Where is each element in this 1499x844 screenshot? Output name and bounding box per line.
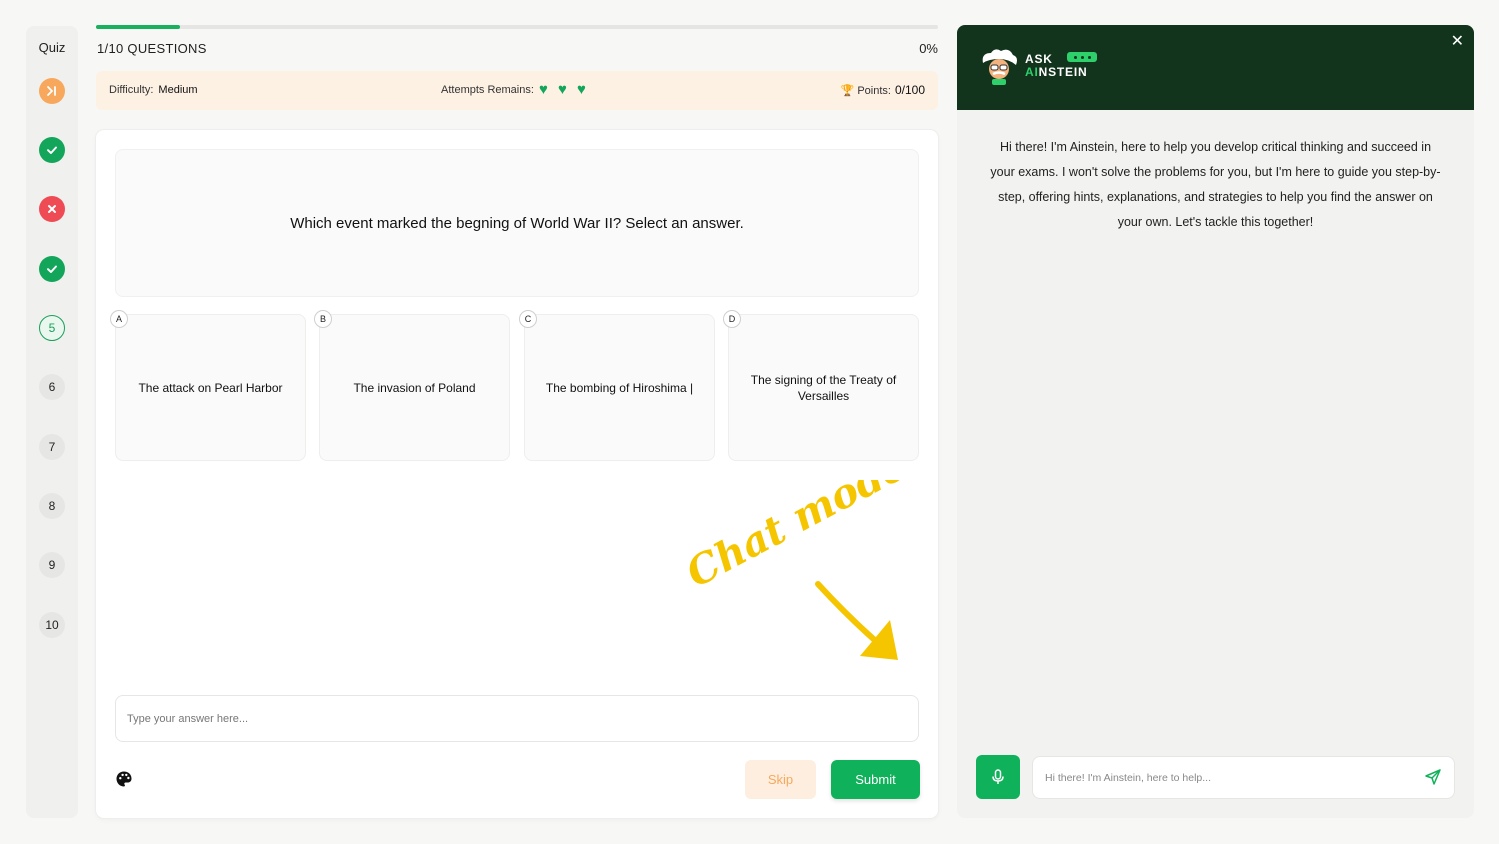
option-c[interactable]: The bombing of Hiroshima | [524, 314, 715, 461]
skip-icon [47, 86, 56, 96]
chat-mode-annotation: Chat mode [679, 480, 914, 660]
brand-line-2: AINSTEIN [1025, 65, 1087, 79]
chat-input[interactable] [1032, 756, 1455, 799]
question-nav-rail: Quiz 5 6 7 8 9 10 [26, 26, 78, 818]
difficulty-value: Medium [158, 84, 198, 96]
attempts-hearts: ♥ ♥ ♥ [539, 81, 591, 98]
step-6[interactable]: 6 [39, 374, 65, 400]
difficulty-label: Difficulty: [109, 84, 154, 96]
assistant-welcome-message: Hi there! I'm Ainstein, here to help you… [990, 140, 1441, 229]
option-b-letter: B [314, 310, 332, 328]
answer-input[interactable] [115, 695, 919, 742]
skip-button[interactable]: Skip [745, 760, 816, 799]
question-text: Which event marked the begning of World … [115, 149, 919, 297]
attempts-label: Attempts Remains: [441, 84, 534, 96]
arrowhead-icon [860, 620, 898, 660]
heart-icon: ♥ [577, 81, 586, 98]
chat-dots-icon [1067, 52, 1097, 62]
progress-percent: 0% [919, 41, 938, 56]
step-9[interactable]: 9 [39, 552, 65, 578]
heart-icon: ♥ [558, 81, 567, 98]
close-icon[interactable]: ✕ [1451, 31, 1464, 51]
submit-button[interactable]: Submit [831, 760, 920, 799]
step-5-current[interactable]: 5 [39, 315, 65, 341]
brand-line-1: ASK [1025, 52, 1053, 66]
points-value: 0/100 [894, 83, 925, 97]
step-3-wrong[interactable] [39, 196, 65, 222]
points: 🏆 Points: 0/100 [841, 83, 925, 97]
brand-ai: AI [1025, 65, 1039, 79]
microphone-icon [992, 769, 1004, 784]
check-icon [47, 146, 57, 154]
option-a-letter: A [110, 310, 128, 328]
difficulty: Difficulty: Medium [109, 84, 198, 96]
palette-icon[interactable] [115, 770, 133, 788]
trophy-icon: 🏆 [840, 85, 855, 97]
step-7[interactable]: 7 [39, 434, 65, 460]
check-icon [47, 265, 57, 273]
step-1-skipped[interactable] [39, 78, 65, 104]
option-d[interactable]: The signing of the Treaty of Versailles [728, 314, 919, 461]
step-10[interactable]: 10 [39, 612, 65, 638]
progress-bar [96, 25, 938, 29]
step-2-correct[interactable] [39, 137, 65, 163]
option-b[interactable]: The invasion of Poland [319, 314, 510, 461]
option-d-letter: D [723, 310, 741, 328]
quiz-info-bar: Difficulty: Medium Attempts Remains: ♥ ♥ ♥ … [96, 71, 938, 110]
question-card: Which event marked the begning of World … [96, 130, 938, 818]
points-label: Points: [857, 85, 891, 97]
annotation-text: Chat mode [679, 480, 914, 597]
progress-fill [96, 25, 181, 29]
brand-rest: NSTEIN [1038, 65, 1088, 79]
option-a[interactable]: The attack on Pearl Harbor [115, 314, 306, 461]
rail-title: Quiz [38, 40, 66, 55]
question-count: 1/10 QUESTIONS [97, 41, 207, 56]
send-icon[interactable] [1424, 768, 1442, 786]
cross-icon [48, 205, 56, 213]
einstein-avatar-icon [982, 49, 1017, 85]
heart-icon: ♥ [539, 81, 548, 98]
ai-chat-panel: ASK AINSTEIN ✕ Hi there! I'm Ainstein, h… [957, 25, 1474, 818]
microphone-button[interactable] [976, 755, 1020, 799]
step-8[interactable]: 8 [39, 493, 65, 519]
chat-header: ASK AINSTEIN ✕ [957, 25, 1474, 110]
step-4-correct[interactable] [39, 256, 65, 282]
option-c-letter: C [519, 310, 537, 328]
